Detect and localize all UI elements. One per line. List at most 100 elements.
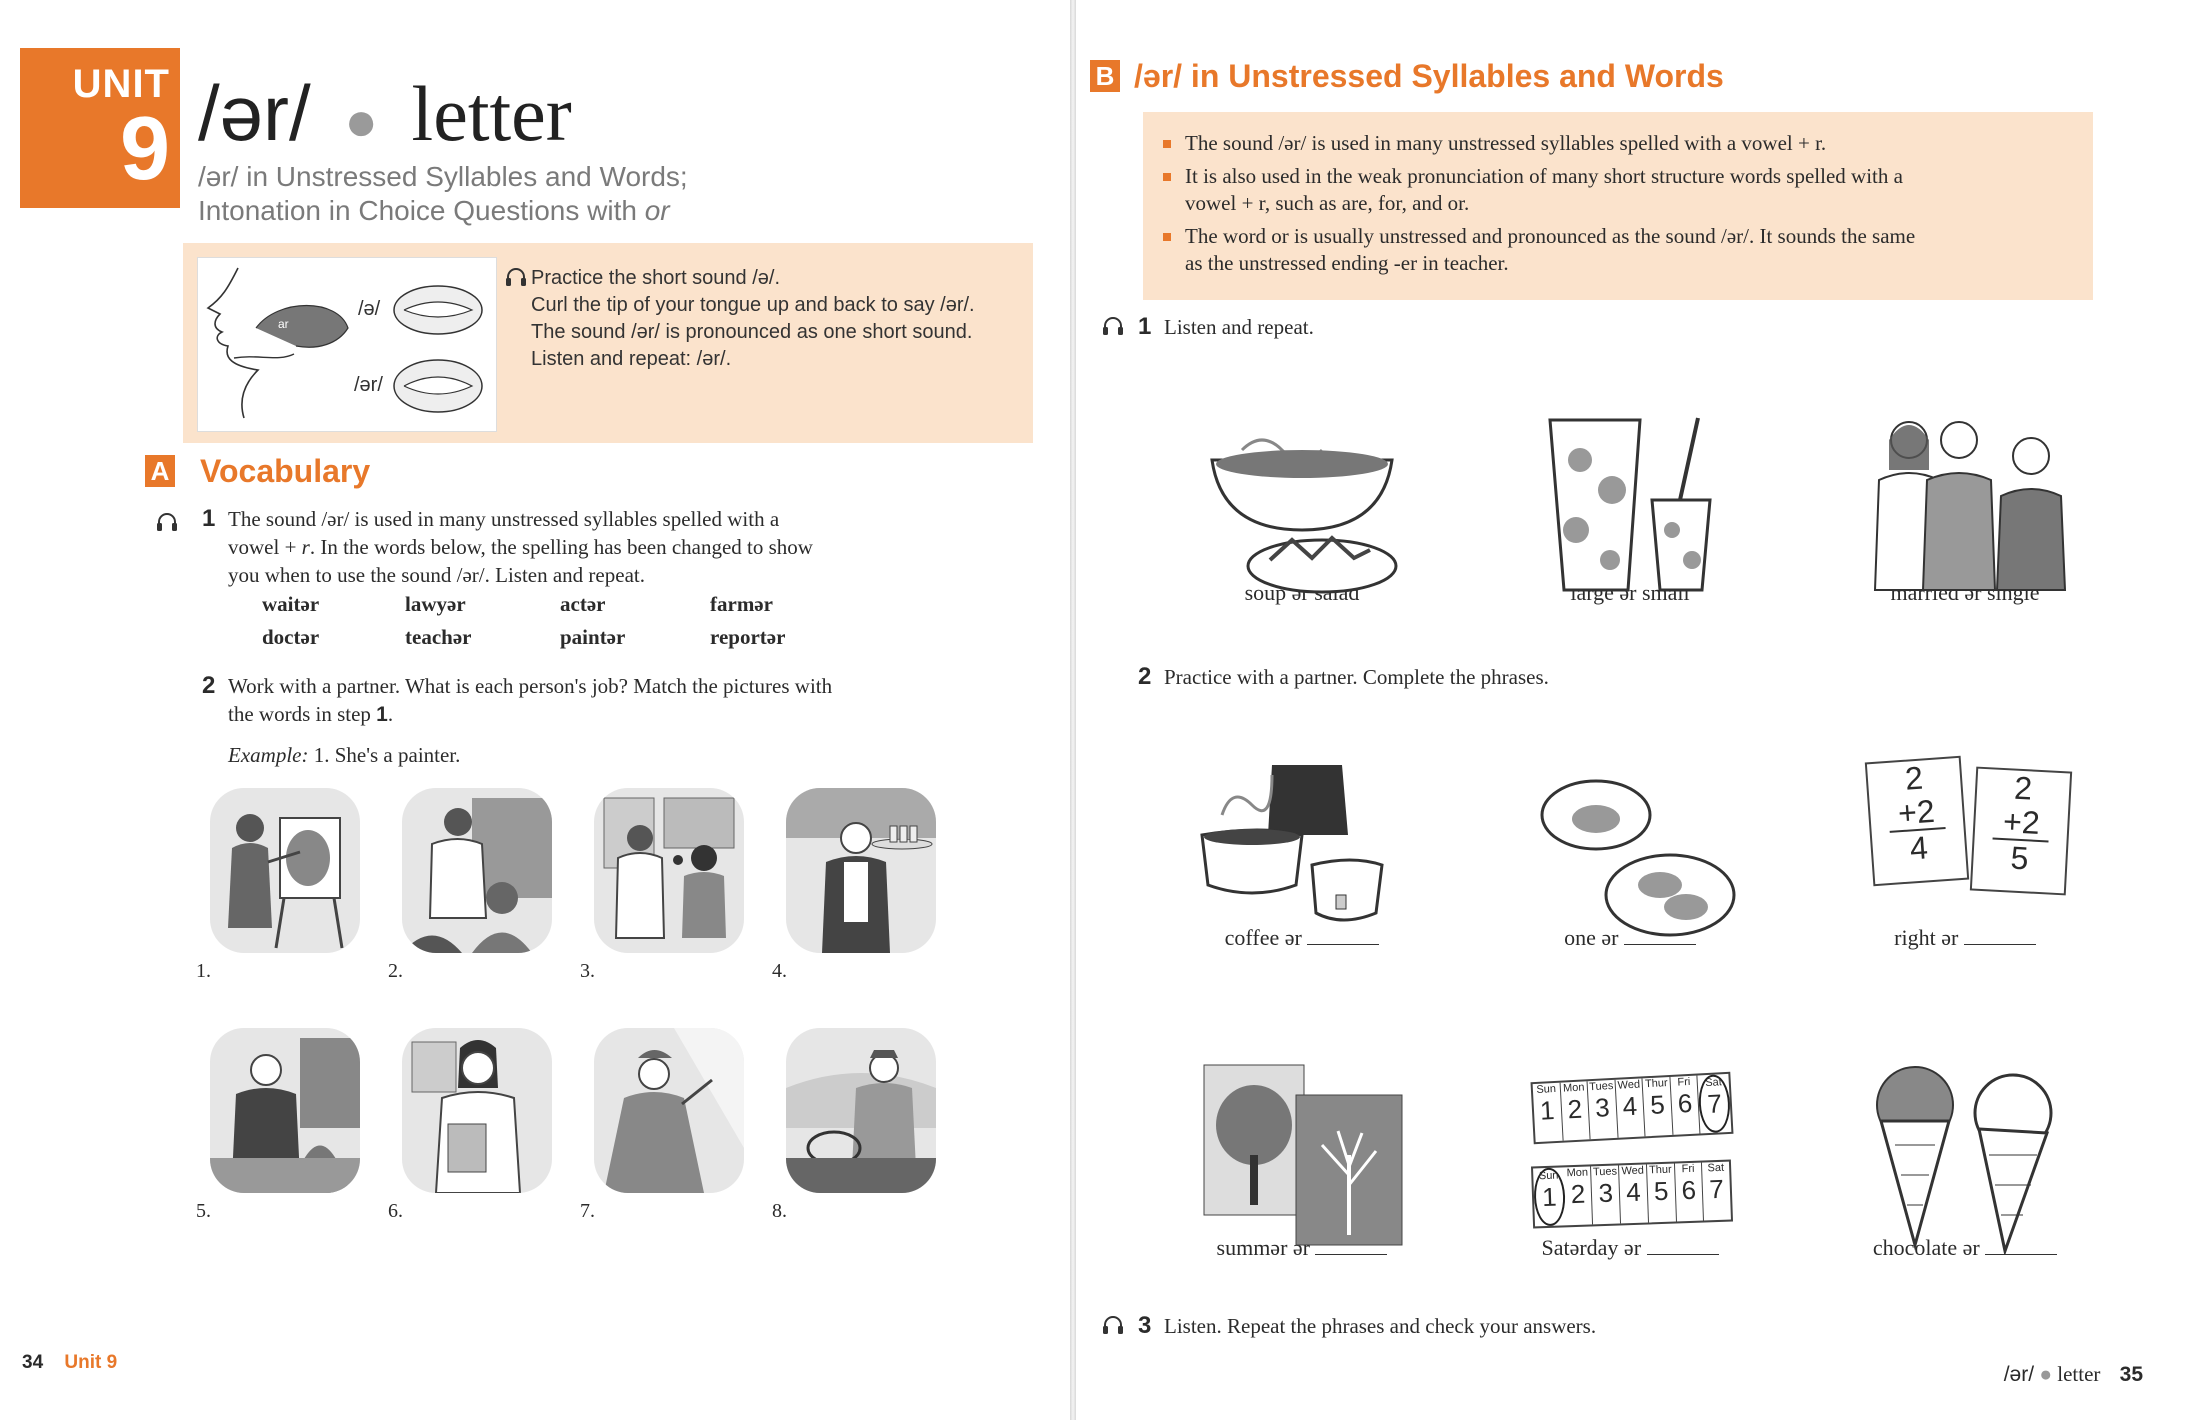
step-2-line-1: Work with a partner. What is each person… [228, 674, 833, 698]
step-number: 2 [1138, 663, 1152, 690]
calendar-strip-1: Sun 1 Mon 2 Tues 3 Wed 4 Thur 5 Fri 6 Sat 7 [1530, 1071, 1734, 1145]
math-card-1-top: 2 [1903, 759, 1925, 797]
headphones-icon[interactable] [156, 512, 178, 532]
page-number: 35 [2119, 1363, 2143, 1386]
step-2-line-2: the words in step 1. [228, 702, 394, 726]
unit-word: UNIT [72, 62, 170, 106]
section-a-header: A Vocabulary [145, 453, 370, 489]
picture-coffee-tea: coffee ər [1177, 745, 1427, 951]
step-3-text: Listen. Repeat the phrases and check you… [1164, 1314, 1597, 1338]
picture-number: 6. [388, 1200, 403, 1222]
section-a-step-1: 1 The sound /ər/ is used in many unstres… [202, 505, 968, 589]
job-picture-1[interactable]: 1. [196, 788, 368, 982]
left-page: UNIT 9 /ər/ ● letter /ər/ in Unstressed … [0, 0, 1070, 1420]
word-item: doctər [262, 625, 320, 649]
title-word: letter [411, 70, 572, 157]
title-sound: /ər/ [198, 69, 311, 157]
rule-item: The sound /ər/ is used in many unstresse… [1163, 130, 2083, 157]
word-item: waitər [262, 592, 320, 616]
picture-number: 5. [196, 1200, 211, 1222]
word-item: farmər [710, 592, 773, 616]
svg-text:ar: ar [278, 317, 289, 331]
headphones-icon[interactable] [1102, 1315, 1124, 1335]
title-bullet-icon: ● [330, 91, 393, 153]
intro-instructions: Practice the short sound /ə/. Curl the t… [506, 265, 1031, 373]
section-a-title: Vocabulary [200, 453, 371, 489]
section-b-header: B /ər/ in Unstressed Syllables and Words [1090, 58, 1724, 94]
job-picture-4[interactable]: 4. [772, 788, 944, 982]
section-a-letter: A [145, 455, 175, 487]
step-2-text: Practice with a partner. Complete the ph… [1164, 665, 1549, 689]
rule-item: It is also used in the weak pronunciatio… [1163, 163, 2083, 217]
intro-box: ar /ə/ /ər/ Practice the short sound /ə/… [183, 243, 1033, 443]
rule-item: The word or is usually unstressed and pr… [1163, 223, 2083, 277]
footer-sound: /ər/ [2003, 1363, 2035, 1386]
job-picture-3[interactable]: 3. [580, 788, 752, 982]
page-footer-right: /ər/ ● letter 35 [2004, 1362, 2143, 1387]
answer-blank[interactable] [1646, 1239, 1719, 1255]
word-item: paintər [560, 625, 626, 649]
word-item: teachər [405, 625, 472, 649]
picture-chocolate-vanilla: chocolate ər [1840, 1055, 2090, 1261]
mouth-diagram: ar /ə/ /ər/ [197, 257, 497, 432]
math-card-2-result: 5 [2009, 839, 2030, 877]
intro-line-2: Curl the tip of your tongue up and back … [531, 294, 975, 316]
bullet-icon [1163, 140, 1171, 148]
page-title: /ər/ ● letter [198, 68, 572, 159]
subtitle-line-1: /ər/ in Unstressed Syllables and Words; [198, 161, 688, 192]
job-picture-5[interactable]: 5. [196, 1028, 368, 1222]
picture-number: 1. [196, 960, 211, 982]
page-footer-left: 34 Unit 9 [22, 1352, 117, 1374]
rules-box: The sound /ər/ is used in many unstresse… [1143, 112, 2093, 300]
section-b-title: /ər/ in Unstressed Syllables and Words [1134, 58, 1724, 94]
picture-summer-winter: summər ər [1177, 1055, 1427, 1261]
section-b-letter: B [1090, 60, 1120, 92]
math-card-2-top: 2 [2013, 769, 2034, 807]
footer-unit: Unit 9 [64, 1352, 118, 1373]
intro-line-4: Listen and repeat: /ər/. [531, 348, 732, 370]
footer-word: letter [2057, 1362, 2101, 1386]
job-picture-8[interactable]: 8. [772, 1028, 944, 1222]
picture-saturday-sunday: Sun 1 Mon 2 Tues 3 Wed 4 Thur 5 Fri 6 Sat 7 Sun… [1505, 1055, 1755, 1261]
vocabulary-word-grid: waitər lawyər actər farmər doctər teachə… [262, 592, 862, 650]
picture-soup-salad: soup ər salad [1177, 400, 1427, 606]
intro-line-3: The sound /ər/ is pronounced as one shor… [531, 321, 973, 343]
word-item: lawyər [405, 592, 466, 616]
mouth-label-er: /ər/ [354, 374, 383, 396]
rules-list: The sound /ər/ is used in many unstresse… [1163, 130, 2083, 283]
math-card-2-mid: +2 [1992, 803, 2051, 843]
example-line: Example: 1. She's a painter. [228, 743, 461, 767]
picture-one-two-cookies: one ər [1505, 745, 1755, 951]
picture-number: 3. [580, 960, 595, 982]
word-item: actər [560, 592, 606, 616]
picture-number: 2. [388, 960, 403, 982]
headphones-icon[interactable] [505, 267, 527, 287]
section-b-step-3: 3 Listen. Repeat the phrases and check y… [1138, 1312, 1597, 1340]
math-card-1-mid: +2 [1887, 793, 1946, 833]
step-1-line-1: The sound /ər/ is used in many unstresse… [228, 507, 780, 531]
headphones-icon[interactable] [1102, 316, 1124, 336]
section-b-step-1: 1 Listen and repeat. [1138, 313, 1314, 341]
answer-blank[interactable] [1963, 929, 2036, 945]
calendar-strip-2: Sun 1 Mon 2 Tues 3 Wed 4 Thur 5 Fri 6 Sat 7 [1530, 1159, 1734, 1229]
page-subtitle: /ər/ in Unstressed Syllables and Words; … [198, 160, 758, 228]
picture-number: 8. [772, 1200, 787, 1222]
mouth-label-schwa: /ə/ [358, 298, 381, 320]
job-picture-7[interactable]: 7. [580, 1028, 752, 1222]
section-b-step-2: 2 Practice with a partner. Complete the … [1138, 663, 1549, 691]
bullet-icon [1163, 173, 1171, 181]
section-a-step-2: 2 Work with a partner. What is each pers… [202, 672, 988, 769]
unit-badge: UNIT 9 [20, 48, 180, 208]
subtitle-line-2: Intonation in Choice Questions with or [198, 195, 670, 226]
step-1-line-3: you when to use the sound /ər/. Listen a… [228, 563, 645, 587]
bullet-icon [1163, 233, 1171, 241]
step-1-text: Listen and repeat. [1164, 315, 1314, 339]
job-picture-6[interactable]: 6. [388, 1028, 560, 1222]
picture-right-wrong-math: 2 +2 4 2 +2 5 right ər [1840, 745, 2090, 951]
job-picture-2[interactable]: 2. [388, 788, 560, 982]
step-number: 1 [1138, 313, 1152, 340]
intro-line-1: Practice the short sound /ə/. [531, 267, 781, 289]
unit-number: 9 [119, 99, 170, 199]
mouth-profile-illustration: ar [206, 267, 483, 419]
step-1-line-2: vowel + r. In the words below, the spell… [228, 535, 813, 559]
